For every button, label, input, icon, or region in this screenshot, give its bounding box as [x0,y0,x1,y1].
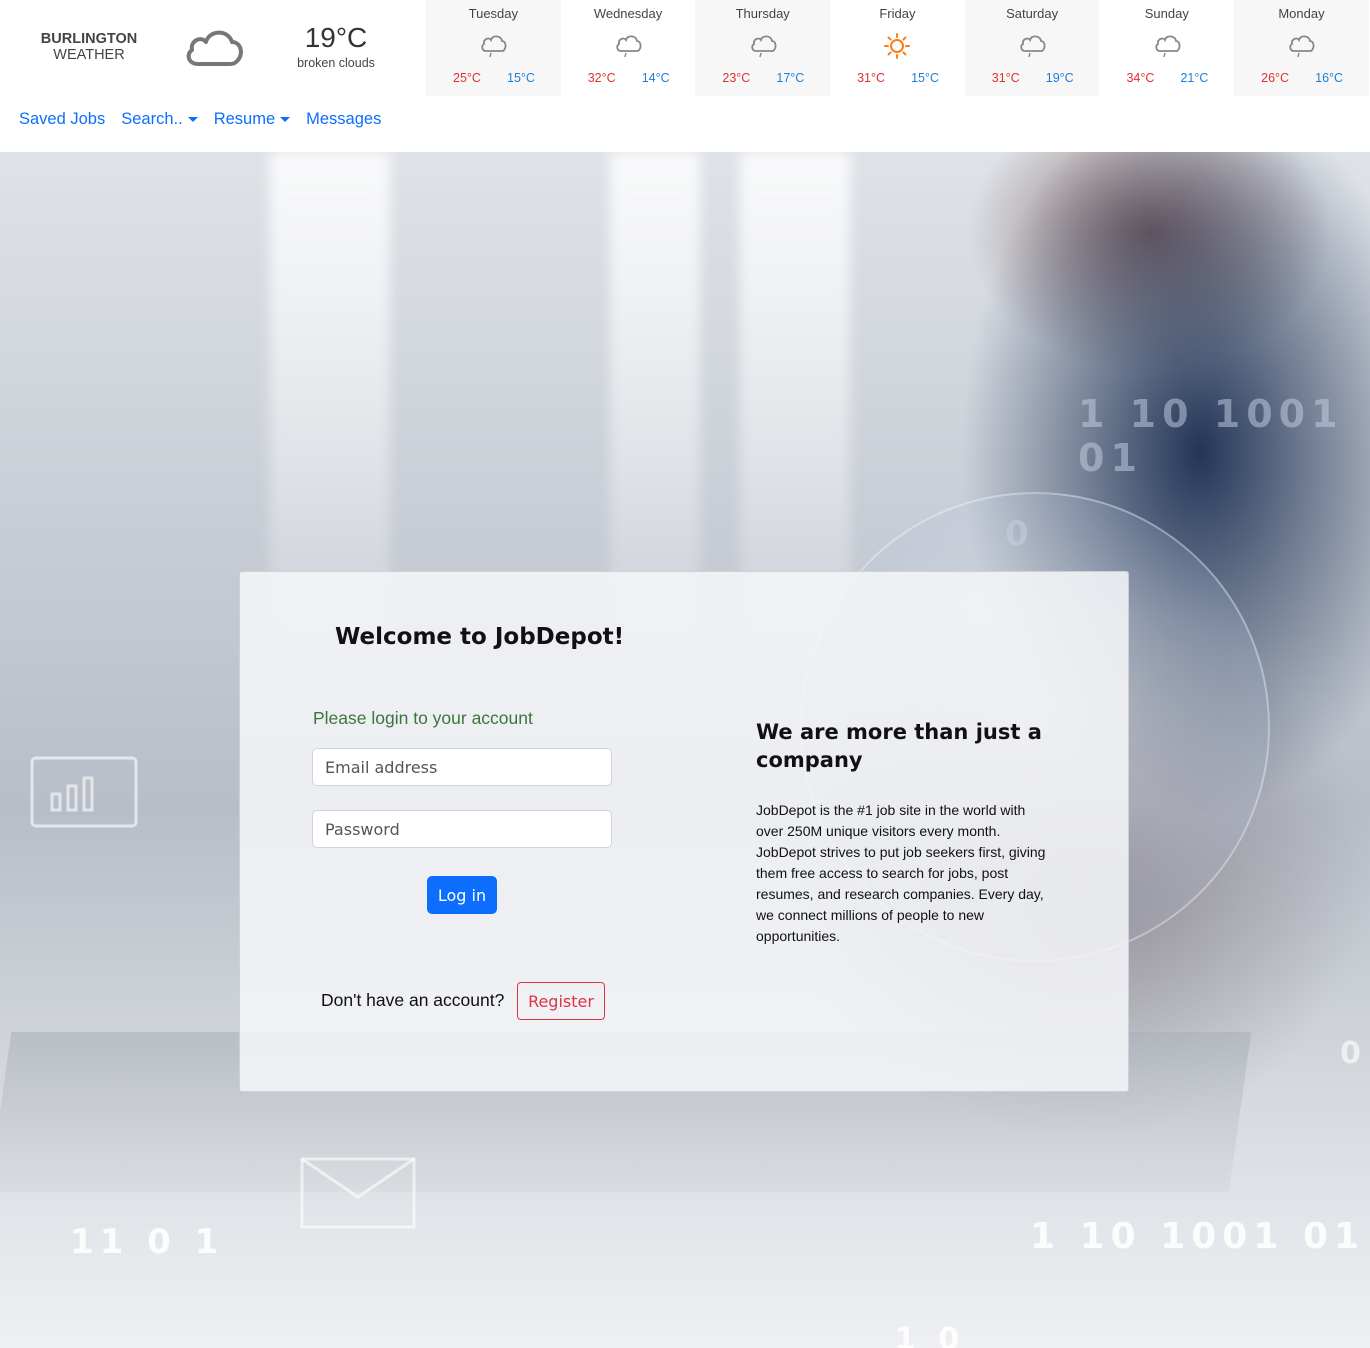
login-prompt: Please login to your account [313,708,533,728]
forecast-high: 23°C [722,71,751,85]
envelope-icon [300,1157,416,1229]
forecast-low: 16°C [1315,71,1344,85]
forecast-day: Thursday 23°C 17°C [695,0,831,96]
cloud-rain-icon [751,35,777,58]
cloud-rain-icon [1289,35,1315,58]
forecast-day: Tuesday 25°C 15°C [426,0,561,96]
background-digits: 11 0 1 [70,1222,225,1262]
chart-cursor-icon [30,756,138,828]
login-card: Welcome to JobDepot! Please login to you… [239,571,1129,1092]
cloud-rain-icon [616,35,642,58]
current-temperature: 19°C [304,22,368,53]
forecast-low: 19°C [1045,71,1074,85]
forecast-low: 15°C [507,71,535,85]
weather-label: WEATHER [53,47,125,63]
current-description: broken clouds [297,56,375,70]
weather-widget: BURLINGTON WEATHER 19°C broken clouds Tu… [0,0,1370,97]
about-title: We are more than just a company [756,720,1042,772]
forecast-day-name: Sunday [1144,6,1189,21]
register-button[interactable]: Register [517,982,605,1020]
nav-resume-label: Resume [213,110,276,128]
forecast-high: 31°C [857,71,885,85]
forecast-low: 17°C [776,71,805,85]
forecast-day-name: Friday [879,6,916,21]
forecast-high: 25°C [453,71,481,85]
forecast-high: 34°C [1126,71,1155,85]
cloud-rain-icon [1155,35,1181,58]
background-digits: 1 10 1001 01 [1078,392,1344,480]
nav-messages-label: Messages [306,110,382,128]
nav-messages[interactable]: Messages [306,110,381,129]
background-digits: 0 [1340,1036,1367,1071]
sun-icon [884,33,911,59]
caret-down-icon [280,117,291,122]
background-digits: 1 0 [895,1322,966,1348]
forecast-day: Monday 26°C 16°C [1234,0,1369,96]
email-field[interactable] [312,748,612,786]
cloud-rain-icon [1020,35,1046,58]
forecast-high: 32°C [587,71,616,85]
nav-search-dropdown[interactable]: Search.. [121,110,198,129]
forecast-day-name: Tuesday [468,6,519,21]
cloud-icon [186,30,243,66]
login-button[interactable]: Log in [427,876,497,914]
background-digits: 0 [1005,514,1035,554]
forecast-day: Sunday 34°C 21°C [1099,0,1234,96]
nav-resume-dropdown[interactable]: Resume [213,110,291,129]
forecast-low: 14°C [641,71,670,85]
weather-location: BURLINGTON WEATHER [30,31,148,63]
nav-search-label: Search.. [121,110,183,128]
forecast-low: 21°C [1180,71,1209,85]
forecast-day-name: Thursday [735,6,790,21]
forecast-day: Friday 31°C 15°C [830,0,965,96]
forecast-day-name: Wednesday [593,6,663,21]
nav-saved-jobs[interactable]: Saved Jobs [19,110,105,129]
forecast-high: 31°C [991,71,1020,85]
password-field[interactable] [312,810,612,848]
caret-down-icon [187,117,198,122]
main-nav: Saved Jobs Search.. Resume Messages [19,110,397,129]
forecast-list: Tuesday 25°C 15°C Wednesday 32°C 14°C Th… [426,0,1369,96]
background-digits: 1 10 1001 0101 [1030,1216,1365,1257]
cloud-rain-icon [481,35,507,58]
about-text: JobDepot is the #1 job site in the world… [756,802,1046,944]
nav-saved-jobs-label: Saved Jobs [19,110,106,128]
weather-city: BURLINGTON [40,31,138,47]
forecast-day-name: Monday [1278,6,1325,21]
forecast-day: Saturday 31°C 19°C [964,0,1100,96]
forecast-day-name: Saturday [1006,6,1059,21]
no-account-text: Don't have an account? [321,990,505,1010]
forecast-low: 15°C [911,71,939,85]
welcome-title: Welcome to JobDepot! [335,624,625,650]
forecast-high: 26°C [1261,71,1290,85]
forecast-day: Wednesday 32°C 14°C [561,0,696,96]
